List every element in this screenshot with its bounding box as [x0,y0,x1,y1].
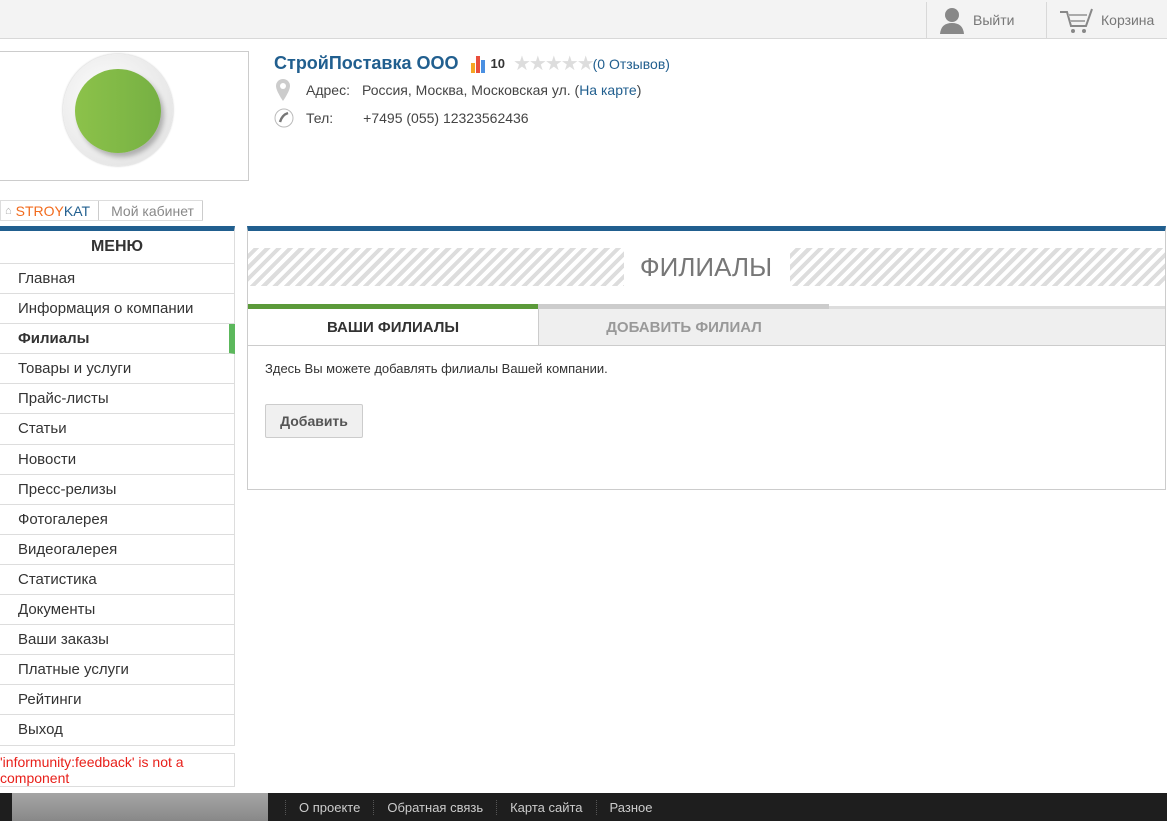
main-panel: ФИЛИАЛЫ ВАШИ ФИЛИАЛЫ ДОБАВИТЬ ФИЛИАЛ Зде… [247,226,1166,490]
address-label: Адрес: [306,82,350,98]
phone-icon [274,108,294,128]
logout-button[interactable]: Выйти [926,2,1047,38]
brand-part-2: KAT [63,202,91,219]
phone-value: +7495 (055) 12323562436 [363,110,529,126]
footer-link[interactable]: Разное [595,799,666,815]
footer-link[interactable]: О проекте [285,799,373,815]
address-value: Россия, Москва, Московская ул. ( [361,82,580,98]
reviews-link[interactable]: (0 Отзывов) [593,56,670,72]
cart-button[interactable]: Корзина [1046,2,1167,38]
sidebar-item[interactable]: Филиалы [0,324,235,355]
top-bar: Выйти Корзина [0,0,1167,39]
logout-label: Выйти [973,12,1015,28]
company-logo [0,51,249,181]
footer-logo [12,793,268,821]
sidebar-item[interactable]: Выход [0,715,235,746]
sidebar-item[interactable]: Информация о компании [0,294,235,325]
cart-icon [1060,8,1093,33]
sidebar-item[interactable]: Фотогалерея [0,504,235,535]
address-row: Адрес: Россия, Москва, Московская ул. ( … [274,78,641,102]
home-icon: ⌂ [5,204,12,217]
user-icon [940,8,964,34]
rating-stars[interactable]: ★★★★★ [513,51,595,76]
tab-label: ДОБАВИТЬ ФИЛИАЛ [606,318,762,336]
brand-part-1: STROY [15,202,64,219]
sidebar-item[interactable]: Ваши заказы [0,625,235,656]
breadcrumb: ⌂ STROY KAT Мой кабинет [0,200,203,221]
sidebar-item[interactable]: Товары и услуги [0,354,235,385]
company-header: СтройПоставка ООО 10 ★★★★★ (0 Отзывов) [274,51,670,76]
page-title: ФИЛИАЛЫ [639,252,773,282]
branches-description: Здесь Вы можете добавлять филиалы Вашей … [265,361,608,376]
sidebar-menu: МЕНЮ Главная Информация о компании Филиалы… [0,226,235,746]
sidebar-item[interactable]: Пресс-релизы [0,474,235,505]
sidebar-item[interactable]: Видеогалерея [0,534,235,565]
rating-chart-icon [470,55,485,73]
sidebar-item[interactable]: Платные услуги [0,655,235,686]
sidebar-item[interactable]: Главная [0,264,235,295]
company-name[interactable]: СтройПоставка ООО [274,53,459,74]
breadcrumb-home[interactable]: ⌂ STROY KAT [1,201,100,220]
cart-label: Корзина [1101,12,1155,28]
phone-label: Тел: [306,110,334,126]
sidebar-item[interactable]: Статистика [0,564,235,596]
tab-label: ВАШИ ФИЛИАЛЫ [326,318,460,336]
tab-bar-filler [829,306,1165,345]
title-stripe-left [248,248,624,286]
sidebar-item[interactable]: Прайс-листы [0,384,235,415]
rating-value: 10 [490,56,505,71]
error-message: 'informunity:feedback' is not a componen… [0,753,235,787]
footer: О проекте Обратная связь Карта сайта Разное [0,793,1167,821]
footer-link[interactable]: Карта сайта [496,799,595,815]
sidebar-item[interactable]: Документы [0,595,235,626]
map-link[interactable]: На карте [579,82,637,98]
sidebar-item[interactable]: Новости [0,444,235,475]
tab-add-branch[interactable]: ДОБАВИТЬ ФИЛИАЛ [538,304,829,345]
address-close: ) [636,82,642,98]
sidebar-item[interactable]: Рейтинги [0,685,235,716]
sidebar-item[interactable]: Статьи [0,414,235,445]
breadcrumb-current-label: Мой кабинет [111,202,194,219]
menu-title: МЕНЮ [0,226,235,264]
location-pin-icon [276,79,290,101]
footer-link[interactable]: Обратная связь [373,799,496,815]
add-branch-button[interactable]: Добавить [265,404,363,438]
phone-row: Тел: +7495 (055) 12323562436 [274,108,529,128]
tab-divider [248,345,1165,346]
title-stripe-right [790,248,1165,286]
tab-your-branches[interactable]: ВАШИ ФИЛИАЛЫ [248,304,538,345]
breadcrumb-current[interactable]: Мой кабинет [99,201,203,220]
